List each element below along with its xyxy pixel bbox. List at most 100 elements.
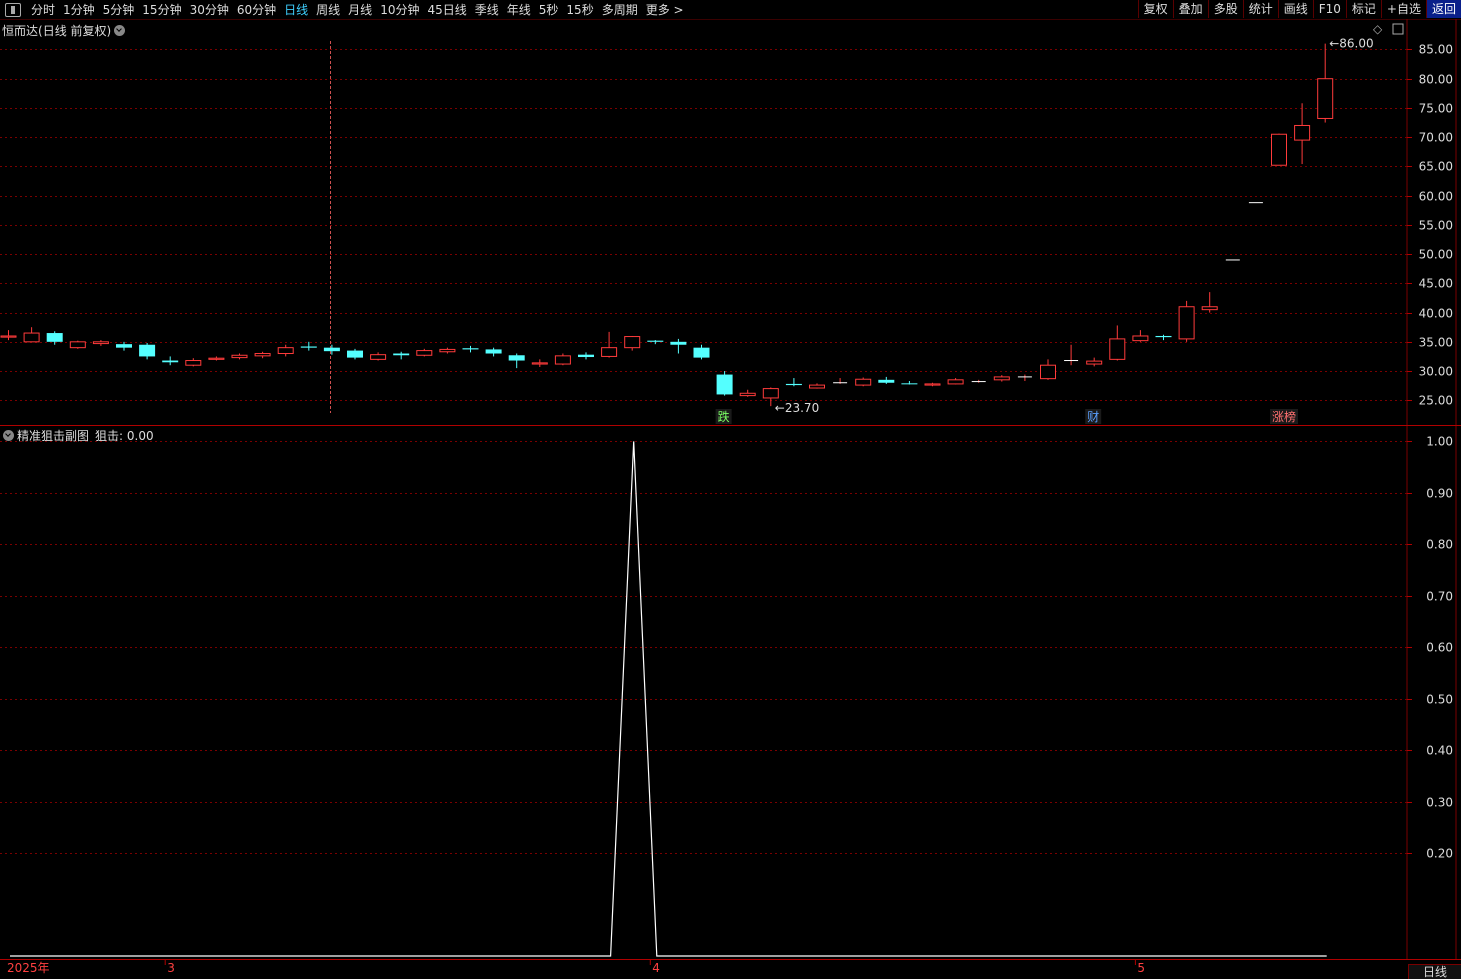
stats-button[interactable]: 统计 <box>1242 0 1278 18</box>
tab-fenshi[interactable]: 分时 <box>27 1 59 18</box>
tab-30min[interactable]: 30分钟 <box>186 1 233 18</box>
tab-60min[interactable]: 60分钟 <box>233 1 280 18</box>
candle-up-body <box>185 360 202 366</box>
price-tick-label: 30.00 <box>1419 365 1453 379</box>
period-corner-label[interactable]: 日线 <box>1408 964 1461 979</box>
candle-down-body <box>462 348 479 350</box>
candle-up-body <box>208 357 225 360</box>
tab-more[interactable]: 更多 > <box>642 1 688 18</box>
indicator-tick-label: 0.60 <box>1426 641 1453 655</box>
event-marker: 涨榜 <box>1272 409 1296 424</box>
candle-up-body <box>69 341 86 349</box>
tab-daily[interactable]: 日线 <box>280 1 312 18</box>
candle-down-body <box>578 354 594 358</box>
candle-down-body <box>300 346 317 348</box>
tab-5min[interactable]: 5分钟 <box>99 1 139 18</box>
indicator-tick-label: 0.70 <box>1426 590 1453 604</box>
tab-5sec[interactable]: 5秒 <box>535 1 563 18</box>
back-button[interactable]: 返回 <box>1425 0 1461 18</box>
indicator-tick-label: 1.00 <box>1426 435 1453 449</box>
indicator-tick-label: 0.40 <box>1426 744 1453 758</box>
diamond-icon: ◇ <box>1373 22 1383 36</box>
candle-down-body <box>139 344 156 357</box>
add-watchlist-button[interactable]: +自选 <box>1380 0 1426 18</box>
candle-up-body <box>277 347 294 355</box>
candle-up-body <box>231 354 248 359</box>
candle-up-body <box>601 347 618 357</box>
panel-toggle-icon[interactable] <box>5 2 21 17</box>
candle-up-body <box>1271 133 1287 166</box>
candle-down-body <box>647 340 664 342</box>
price-tick-label: 35.00 <box>1419 336 1453 350</box>
price-tick-label: 55.00 <box>1419 219 1453 233</box>
event-marker: 财 <box>1087 410 1099 424</box>
event-marker: 跌 <box>718 409 730 424</box>
candle-down-body <box>323 347 340 352</box>
overlay-button[interactable]: 叠加 <box>1172 0 1208 18</box>
candle-up-body <box>554 355 571 365</box>
candle-down-body <box>508 355 525 361</box>
tool-buttons: 复权 叠加 多股 统计 画线 F10 标记 +自选 返回 <box>1137 0 1461 19</box>
candle-up-body <box>855 378 872 386</box>
price-tick-label: 25.00 <box>1419 394 1453 408</box>
candle-up-body <box>809 384 825 389</box>
tab-10min[interactable]: 10分钟 <box>376 1 423 18</box>
price-tick-label: 40.00 <box>1419 307 1453 321</box>
draw-line-button[interactable]: 画线 <box>1277 0 1313 18</box>
candle-down-body <box>878 379 895 383</box>
candle-up-body <box>416 350 433 356</box>
candle-up-body <box>531 362 548 365</box>
candle-up-body <box>1086 360 1103 365</box>
f10-button[interactable]: F10 <box>1312 0 1346 18</box>
time-axis-label: 2025年 <box>7 961 50 975</box>
tab-weekly[interactable]: 周线 <box>312 1 344 18</box>
price-tick-label: 50.00 <box>1419 248 1453 262</box>
candle-up-body <box>1178 306 1195 340</box>
price-tick-label: 75.00 <box>1419 102 1453 116</box>
candle-down-body <box>347 350 363 358</box>
price-tick-label: 85.00 <box>1419 43 1453 57</box>
tab-monthly[interactable]: 月线 <box>344 1 376 18</box>
candle-up-body <box>739 392 756 397</box>
candle-up-body <box>92 341 109 345</box>
candle-down-body <box>670 341 687 345</box>
time-axis-label: 5 <box>1137 961 1145 975</box>
tab-45day[interactable]: 45日线 <box>423 1 470 18</box>
indicator-tick-label: 0.50 <box>1426 693 1453 707</box>
tab-multi-period[interactable]: 多周期 <box>598 1 642 18</box>
candle-down-body <box>693 347 710 358</box>
candle-down-body <box>116 344 132 348</box>
candle-up-body <box>762 388 779 399</box>
candle-up-body <box>1040 364 1056 380</box>
candle-down-body <box>1155 335 1172 338</box>
candle-up-body <box>1317 78 1334 119</box>
indicator-tick-label: 0.30 <box>1426 796 1453 810</box>
tab-1min[interactable]: 1分钟 <box>59 1 99 18</box>
candle-up-body <box>254 353 271 357</box>
tab-yearly[interactable]: 年线 <box>503 1 535 18</box>
indicator-series-line <box>10 441 1327 957</box>
indicator-tick-label: 0.20 <box>1426 847 1453 861</box>
tab-15sec[interactable]: 15秒 <box>562 1 597 18</box>
tab-quarterly[interactable]: 季线 <box>471 1 503 18</box>
multi-stock-button[interactable]: 多股 <box>1207 0 1243 18</box>
candle-up-body <box>993 376 1010 381</box>
candle-down-body <box>46 333 63 342</box>
price-tick-label: 80.00 <box>1419 73 1453 87</box>
candle-down-body <box>162 360 179 363</box>
candle-up-body <box>624 336 641 349</box>
tab-15min[interactable]: 15分钟 <box>138 1 185 18</box>
indicator-tick-label: 0.80 <box>1426 538 1453 552</box>
window-toggle-icon <box>1392 23 1404 35</box>
top-toolbar: 分时 1分钟 5分钟 15分钟 30分钟 60分钟 日线 周线 月线 10分钟 … <box>0 0 1461 20</box>
candle-up-body <box>1201 306 1218 311</box>
mark-button[interactable]: 标记 <box>1345 0 1381 18</box>
candle-up-body <box>947 379 964 385</box>
candle-down-body <box>393 353 410 356</box>
candle-up-body <box>924 383 941 386</box>
kline-chart[interactable]: 25.00 30.00 35.00 40.00 45.00 50.00 55.00 60.00… <box>0 19 1461 979</box>
candle-down-body <box>485 349 502 354</box>
price-tick-label: 45.00 <box>1419 277 1453 291</box>
candle-up-body <box>439 348 456 353</box>
adjust-button[interactable]: 复权 <box>1137 0 1173 18</box>
